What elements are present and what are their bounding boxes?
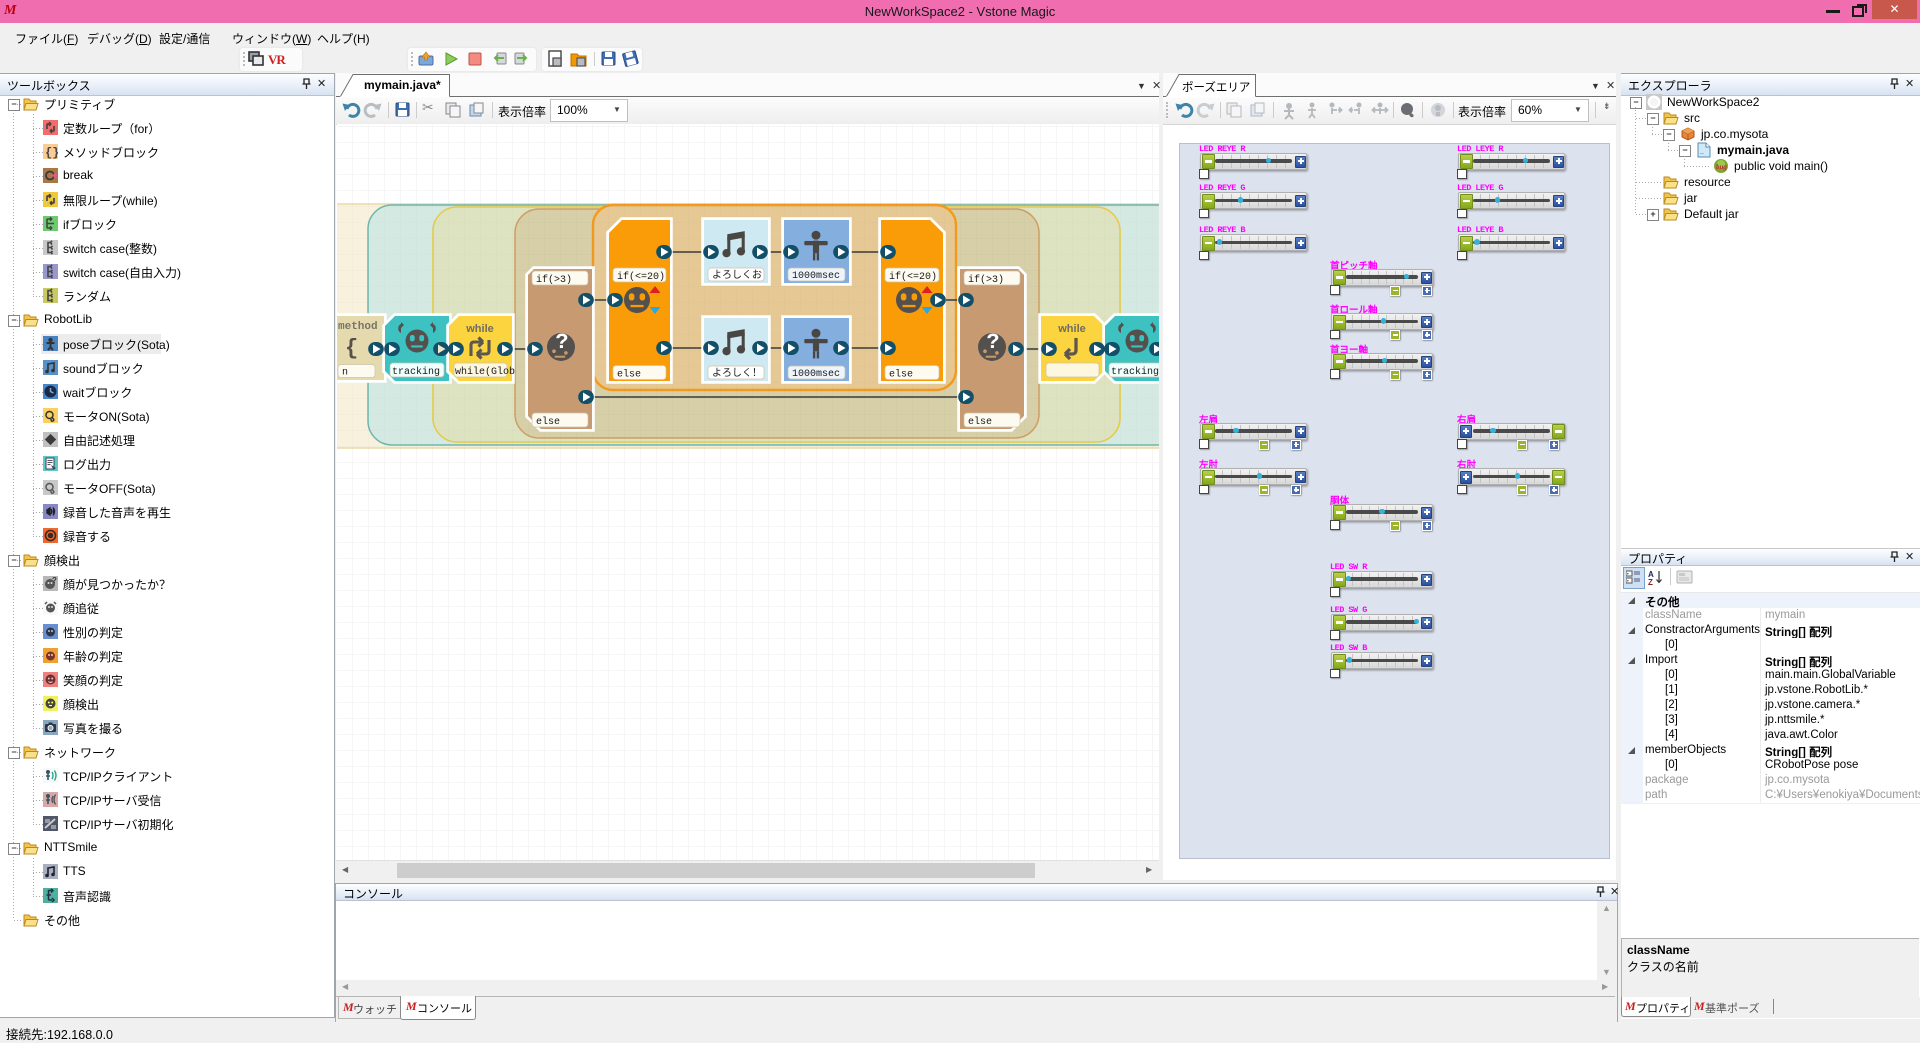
svg-text:if(>3): if(>3) <box>536 274 572 286</box>
svg-text:よろしく！: よろしく！ <box>712 367 762 380</box>
svg-text:よろしくお: よろしくお <box>712 269 762 282</box>
svg-text:if(<=20): if(<=20) <box>889 271 937 283</box>
svg-text:else: else <box>968 416 992 428</box>
svg-text:while: while <box>465 323 494 335</box>
svg-text:{: { <box>345 336 358 361</box>
svg-text:if(>3): if(>3) <box>968 274 1004 286</box>
svg-text:tracking: tracking <box>1111 366 1159 378</box>
svg-text:•: • <box>1627 572 1629 578</box>
svg-text:else: else <box>889 368 913 380</box>
svg-text:1000msec: 1000msec <box>792 369 840 380</box>
svg-text:•: • <box>1627 579 1629 585</box>
svg-text:while(Glob: while(Glob <box>455 366 515 378</box>
svg-text:?: ? <box>555 330 568 355</box>
svg-text:?: ? <box>986 330 999 355</box>
svg-text:n: n <box>342 367 348 378</box>
svg-text:Z: Z <box>1648 578 1653 586</box>
svg-text:tracking: tracking <box>392 366 440 378</box>
svg-text:else: else <box>617 368 641 380</box>
svg-text:else: else <box>536 416 560 428</box>
svg-text:bug: bug <box>1716 163 1727 171</box>
svg-text:..: .. <box>1700 149 1704 156</box>
svg-text:while: while <box>1057 323 1086 335</box>
svg-text:1000msec: 1000msec <box>792 271 840 282</box>
svg-text:if(<=20): if(<=20) <box>617 271 665 283</box>
svg-text:method: method <box>338 321 378 333</box>
